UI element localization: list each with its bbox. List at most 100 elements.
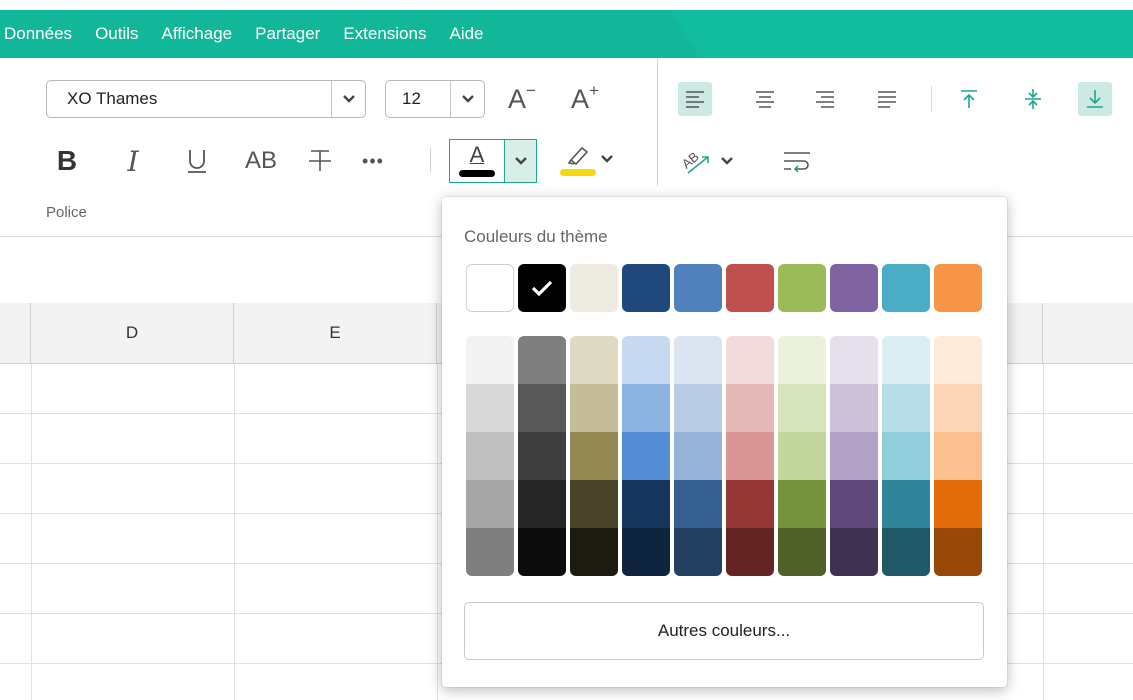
- highlight-main[interactable]: [556, 138, 600, 182]
- shade-color-swatch[interactable]: [570, 528, 618, 576]
- shade-color-swatch[interactable]: [934, 480, 982, 528]
- shade-color-swatch[interactable]: [466, 384, 514, 432]
- shade-color-swatch[interactable]: [622, 528, 670, 576]
- align-center-icon[interactable]: [748, 82, 782, 116]
- shade-color-swatch[interactable]: [674, 480, 722, 528]
- column-header-hidden-2[interactable]: [1043, 303, 1133, 363]
- shade-color-swatch[interactable]: [518, 384, 566, 432]
- all-caps-icon[interactable]: AB: [238, 140, 284, 182]
- menu-aide[interactable]: Aide: [439, 22, 496, 46]
- theme-colors-row: [466, 264, 982, 312]
- shade-color-swatch[interactable]: [882, 528, 930, 576]
- shade-color-swatch[interactable]: [934, 384, 982, 432]
- shade-color-swatch[interactable]: [570, 432, 618, 480]
- align-top-icon[interactable]: [952, 82, 986, 116]
- shade-color-swatch[interactable]: [622, 480, 670, 528]
- shade-color-swatch[interactable]: [570, 336, 618, 384]
- text-color-button[interactable]: A: [450, 140, 505, 182]
- align-justify-icon[interactable]: [870, 82, 904, 116]
- shade-color-swatch[interactable]: [466, 432, 514, 480]
- shade-color-swatch[interactable]: [830, 480, 878, 528]
- shade-color-swatch[interactable]: [518, 480, 566, 528]
- shade-color-swatch[interactable]: [570, 480, 618, 528]
- shade-color-swatch[interactable]: [466, 528, 514, 576]
- wrap-text-icon[interactable]: [776, 140, 818, 182]
- highlight-color-button[interactable]: [556, 138, 624, 182]
- text-rotation-icon: AB: [679, 149, 709, 174]
- shade-color-swatch[interactable]: [778, 480, 826, 528]
- shade-color-swatch[interactable]: [570, 384, 618, 432]
- shade-color-swatch[interactable]: [622, 384, 670, 432]
- shade-color-swatch[interactable]: [518, 336, 566, 384]
- menu-affichage[interactable]: Affichage: [152, 22, 246, 46]
- shade-column: [934, 336, 982, 576]
- theme-color-swatch[interactable]: [882, 264, 930, 312]
- shade-color-swatch[interactable]: [778, 528, 826, 576]
- strikethrough-icon[interactable]: [300, 140, 340, 182]
- shade-color-swatch[interactable]: [934, 528, 982, 576]
- shade-color-swatch[interactable]: [882, 432, 930, 480]
- more-options-icon[interactable]: •••: [355, 140, 391, 182]
- shade-color-swatch[interactable]: [622, 432, 670, 480]
- font-name-select[interactable]: XO Thames: [46, 80, 366, 118]
- shade-color-swatch[interactable]: [830, 336, 878, 384]
- shade-color-swatch[interactable]: [778, 432, 826, 480]
- menu-extensions[interactable]: Extensions: [333, 22, 439, 46]
- shade-color-swatch[interactable]: [466, 336, 514, 384]
- shade-color-swatch[interactable]: [882, 480, 930, 528]
- theme-color-swatch[interactable]: [622, 264, 670, 312]
- menu-partager[interactable]: Partager: [245, 22, 333, 46]
- shade-color-swatch[interactable]: [518, 432, 566, 480]
- shade-color-swatch[interactable]: [726, 528, 774, 576]
- shade-color-swatch[interactable]: [726, 480, 774, 528]
- align-left-icon[interactable]: [678, 82, 712, 116]
- shade-color-swatch[interactable]: [674, 432, 722, 480]
- shade-color-swatch[interactable]: [726, 432, 774, 480]
- shade-color-swatch[interactable]: [778, 384, 826, 432]
- shade-color-swatch[interactable]: [934, 336, 982, 384]
- shade-color-swatch[interactable]: [518, 528, 566, 576]
- theme-color-swatch[interactable]: [778, 264, 826, 312]
- shade-color-swatch[interactable]: [830, 384, 878, 432]
- underline-icon[interactable]: [180, 140, 214, 182]
- shade-color-swatch[interactable]: [778, 336, 826, 384]
- shade-color-swatch[interactable]: [466, 480, 514, 528]
- more-colors-button[interactable]: Autres couleurs...: [464, 602, 984, 660]
- theme-color-swatch[interactable]: [934, 264, 982, 312]
- theme-color-swatch[interactable]: [674, 264, 722, 312]
- chevron-down-icon[interactable]: [505, 140, 536, 182]
- shade-color-swatch[interactable]: [934, 432, 982, 480]
- text-rotation-button[interactable]: AB: [678, 140, 748, 182]
- bold-icon[interactable]: B: [52, 140, 82, 182]
- theme-color-swatch[interactable]: [830, 264, 878, 312]
- shade-color-swatch[interactable]: [622, 336, 670, 384]
- chevron-down-icon[interactable]: [450, 81, 484, 117]
- theme-color-swatch[interactable]: [726, 264, 774, 312]
- increase-font-size-icon[interactable]: A +: [563, 80, 607, 118]
- chevron-down-icon[interactable]: [600, 151, 614, 169]
- theme-color-swatch[interactable]: [570, 264, 618, 312]
- column-header-e[interactable]: E: [234, 303, 437, 363]
- shade-color-swatch[interactable]: [674, 336, 722, 384]
- shade-color-swatch[interactable]: [882, 384, 930, 432]
- theme-color-swatch[interactable]: [518, 264, 566, 312]
- shade-color-swatch[interactable]: [830, 432, 878, 480]
- shade-color-swatch[interactable]: [674, 384, 722, 432]
- italic-icon[interactable]: I: [118, 140, 148, 182]
- chevron-down-icon[interactable]: [331, 81, 365, 117]
- shade-color-swatch[interactable]: [882, 336, 930, 384]
- shade-color-swatch[interactable]: [674, 528, 722, 576]
- theme-color-swatch[interactable]: [466, 264, 514, 312]
- shade-color-swatch[interactable]: [726, 336, 774, 384]
- font-size-select[interactable]: 12: [385, 80, 485, 118]
- column-header-d[interactable]: D: [31, 303, 234, 363]
- menu-outils[interactable]: Outils: [85, 22, 151, 46]
- menu-donnees[interactable]: Données: [0, 22, 85, 46]
- shade-color-swatch[interactable]: [726, 384, 774, 432]
- shade-color-swatch[interactable]: [830, 528, 878, 576]
- align-bottom-icon[interactable]: [1078, 82, 1112, 116]
- align-right-icon[interactable]: [808, 82, 842, 116]
- shade-column: [518, 336, 566, 576]
- align-middle-icon[interactable]: [1016, 82, 1050, 116]
- decrease-font-size-icon[interactable]: A −: [500, 80, 544, 118]
